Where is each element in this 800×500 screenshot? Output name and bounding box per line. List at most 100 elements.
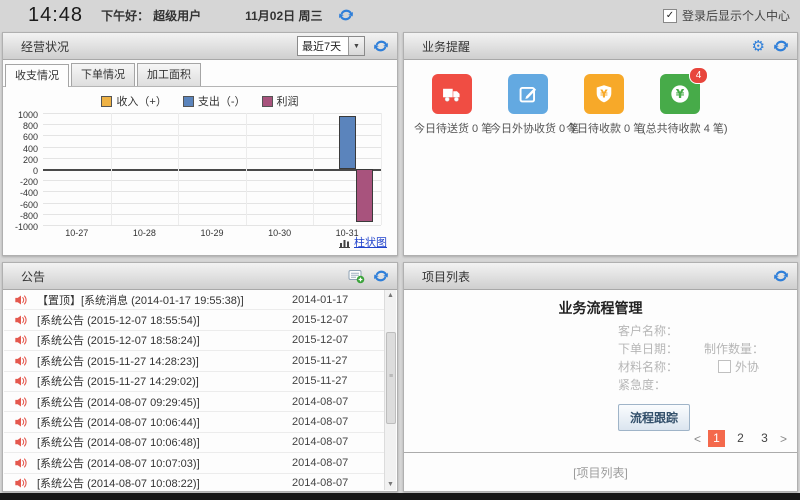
gridline bbox=[43, 124, 381, 125]
announcement-item[interactable]: [系统公告 (2014-08-07 10:07:03)] 2014-08-07 bbox=[4, 453, 384, 473]
tab[interactable]: 加工面积 bbox=[137, 63, 201, 86]
gridline bbox=[43, 147, 381, 148]
speaker-icon bbox=[14, 313, 28, 327]
gridline bbox=[246, 113, 247, 225]
pagination: < 123 > bbox=[694, 430, 787, 447]
refresh-icon[interactable] bbox=[773, 268, 789, 284]
refresh-icon[interactable] bbox=[773, 38, 789, 54]
coin-yuan-icon: ¥ bbox=[669, 83, 691, 105]
announcement-item[interactable]: [系统公告 (2014-08-07 10:08:22)] 2014-08-07 bbox=[4, 474, 384, 490]
y-tick-label: -200 bbox=[20, 177, 38, 187]
project-list-footer: [项目列表] bbox=[404, 464, 797, 481]
y-tick-label: 200 bbox=[23, 155, 38, 165]
announcement-item[interactable]: [系统公告 (2015-12-07 18:55:54)] 2015-12-07 bbox=[4, 310, 384, 330]
chart-type-link-row: 柱状图 bbox=[339, 234, 387, 250]
announcement-text: [系统公告 (2014-08-07 10:08:22)] bbox=[37, 475, 292, 490]
business-status-panel: 经营状况 最近7天 ▼ 收支情况下单情况加工面积 收入（+）支出（-）利润 10… bbox=[2, 32, 398, 256]
process-track-button[interactable]: 流程跟踪 bbox=[618, 404, 690, 431]
announcement-date: 2014-08-07 bbox=[292, 436, 354, 448]
speaker-icon bbox=[14, 333, 28, 347]
announcement-item[interactable]: [系统公告 (2014-08-07 09:29:45)] 2014-08-07 bbox=[4, 392, 384, 412]
announcement-date: 2014-08-07 bbox=[292, 477, 354, 489]
customer-name-label: 客户名称： bbox=[618, 324, 678, 338]
svg-text:¥: ¥ bbox=[676, 87, 685, 101]
announcement-item[interactable]: [系统公告 (2015-11-27 14:29:02)] 2015-11-27 bbox=[4, 372, 384, 392]
topbar: 14:48 下午好： 超级用户 11月02日 周三 ✓ 登录后显示个人中心 bbox=[0, 0, 800, 30]
reminder-item[interactable]: ¥ 今日待收款 0 笔 bbox=[566, 74, 642, 136]
announcement-text: [系统公告 (2015-11-27 14:28:23)] bbox=[37, 353, 292, 369]
gridline bbox=[43, 135, 381, 136]
chart-legend: 收入（+）支出（-）利润 bbox=[3, 94, 397, 108]
announcements-panel: 公告 【置顶】[系统消息 (2014-01-17 19:55:38)] 2014… bbox=[2, 262, 398, 492]
bar-chart-link[interactable]: 柱状图 bbox=[354, 234, 387, 250]
edit-icon bbox=[508, 74, 548, 114]
reminder-item[interactable]: 4¥ (总共待收款 4 笔) bbox=[642, 74, 718, 136]
personal-center-checkbox[interactable]: ✓ bbox=[663, 9, 677, 23]
refresh-icon[interactable] bbox=[373, 268, 389, 284]
y-tick-label: -600 bbox=[20, 200, 38, 210]
speaker-icon bbox=[14, 354, 28, 368]
y-tick-label: 0 bbox=[33, 166, 38, 176]
announcement-text: [系统公告 (2015-11-27 14:29:02)] bbox=[37, 373, 292, 389]
next-page-button[interactable]: > bbox=[780, 432, 787, 446]
legend-item: 支出（-） bbox=[183, 94, 246, 108]
x-tick-label: 10-28 bbox=[133, 228, 156, 238]
svg-text:¥: ¥ bbox=[600, 87, 608, 100]
announcement-date: 2014-08-07 bbox=[292, 416, 354, 428]
reminder-label: (总共待收款 4 笔) bbox=[642, 120, 718, 136]
announcement-text: [系统公告 (2015-12-07 18:55:54)] bbox=[37, 312, 292, 328]
announcement-date: 2015-11-27 bbox=[292, 375, 354, 387]
announcement-date: 2015-12-07 bbox=[292, 334, 354, 346]
refresh-icon[interactable] bbox=[373, 38, 389, 54]
scroll-up-icon[interactable]: ▲ bbox=[385, 290, 396, 301]
greeting: 下午好： bbox=[101, 7, 149, 24]
page-button[interactable]: 2 bbox=[732, 430, 749, 447]
legend-swatch bbox=[183, 96, 194, 107]
workflow-title: 业务流程管理 bbox=[404, 298, 797, 318]
announcements-header: 公告 bbox=[3, 263, 397, 290]
announcement-item[interactable]: [系统公告 (2015-12-07 18:58:24)] 2015-12-07 bbox=[4, 331, 384, 351]
announcement-item[interactable]: [系统公告 (2014-08-07 10:06:48)] 2014-08-07 bbox=[4, 433, 384, 453]
workflow-form: 客户名称： 下单日期： 制作数量： 材料名称： 外协 紧急度： 流程跟踪 bbox=[618, 322, 794, 431]
tab[interactable]: 下单情况 bbox=[71, 63, 135, 86]
count-badge: 4 bbox=[689, 67, 708, 84]
business-status-header: 经营状况 最近7天 ▼ bbox=[3, 33, 397, 60]
dashboard: 14:48 下午好： 超级用户 11月02日 周三 ✓ 登录后显示个人中心 经营… bbox=[0, 0, 800, 500]
announcement-item[interactable]: 【置顶】[系统消息 (2014-01-17 19:55:38)] 2014-01… bbox=[4, 290, 384, 310]
announcement-date: 2014-08-07 bbox=[292, 396, 354, 408]
reminders-header: 业务提醒 ⚙ bbox=[404, 33, 797, 60]
refresh-icon[interactable] bbox=[338, 7, 354, 23]
page-button[interactable]: 3 bbox=[756, 430, 773, 447]
gridline bbox=[43, 191, 381, 192]
tab[interactable]: 收支情况 bbox=[5, 64, 69, 87]
note-add-icon[interactable] bbox=[348, 268, 365, 284]
page-button[interactable]: 1 bbox=[708, 430, 725, 447]
prev-page-button[interactable]: < bbox=[694, 432, 701, 446]
scroll-down-icon[interactable]: ▼ bbox=[385, 479, 396, 490]
scrollbar-thumb[interactable]: ≡ bbox=[386, 332, 396, 424]
speaker-icon bbox=[14, 293, 28, 307]
outsource-option: 外协 bbox=[718, 358, 759, 375]
panel-title: 公告 bbox=[21, 268, 45, 285]
announcement-item[interactable]: [系统公告 (2014-08-07 10:06:44)] 2014-08-07 bbox=[4, 412, 384, 432]
gridline bbox=[43, 180, 381, 181]
quantity-label: 制作数量： bbox=[704, 340, 764, 357]
range-select[interactable]: 最近7天 ▼ bbox=[297, 36, 365, 56]
announcement-text: [系统公告 (2014-08-07 10:06:44)] bbox=[37, 414, 292, 430]
username: 超级用户 bbox=[153, 7, 201, 24]
reminder-label: 今日待收款 0 笔 bbox=[566, 120, 642, 136]
gridline bbox=[43, 225, 381, 226]
y-tick-label: 1000 bbox=[18, 110, 38, 120]
gear-icon[interactable]: ⚙ bbox=[752, 39, 765, 54]
outsource-checkbox[interactable] bbox=[718, 360, 731, 373]
speaker-icon bbox=[14, 395, 28, 409]
chart-y-axis: 10008006004002000-200-400-600-800-1000 bbox=[11, 113, 38, 225]
reminder-item[interactable]: 今日外协收货 0 笔 bbox=[490, 74, 566, 136]
scrollbar[interactable]: ▲ ▼ ≡ bbox=[384, 290, 396, 490]
y-tick-label: 600 bbox=[23, 132, 38, 142]
gridline bbox=[43, 203, 381, 204]
announcement-item[interactable]: [系统公告 (2015-11-27 14:28:23)] 2015-11-27 bbox=[4, 351, 384, 371]
speaker-icon bbox=[14, 435, 28, 449]
divider bbox=[404, 452, 797, 453]
reminder-item[interactable]: 今日待送货 0 笔 bbox=[414, 74, 490, 136]
